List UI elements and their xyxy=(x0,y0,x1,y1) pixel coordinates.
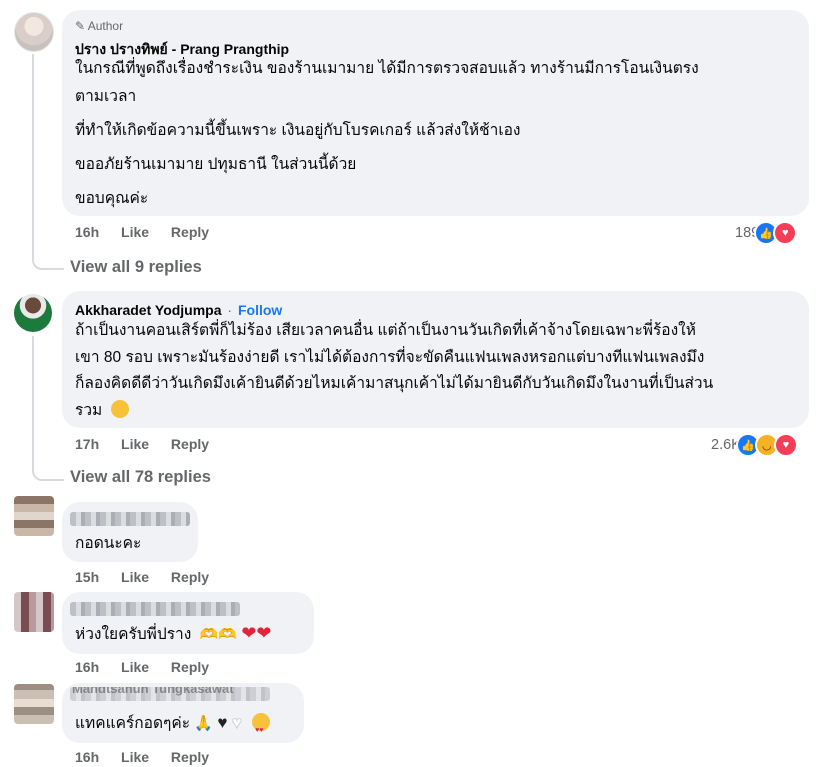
timestamp[interactable]: 15h xyxy=(75,569,99,585)
timestamp[interactable]: 16h xyxy=(75,659,99,675)
comment-text-content: ห่วงใยครับพี่ปราง xyxy=(75,626,192,643)
like-button[interactable]: Like xyxy=(121,436,149,452)
thread-line xyxy=(32,336,64,481)
avatar[interactable] xyxy=(14,12,54,52)
comment-text: ในกรณีที่พูดถึงเรื่องชำระเงิน ของร้านเมา… xyxy=(75,55,795,213)
comment-line-text: รวม xyxy=(75,401,103,419)
grinning-cat-emoji-icon xyxy=(110,399,129,418)
separator: · xyxy=(227,302,233,318)
commenter-header: Akkharadet Yodjumpa · Follow xyxy=(75,302,282,318)
comment-text: กอดนะคะ xyxy=(75,535,142,552)
avatar[interactable] xyxy=(14,496,54,536)
avatar[interactable] xyxy=(14,592,54,632)
blurred-name xyxy=(70,602,240,616)
avatar[interactable] xyxy=(14,684,54,724)
reaction-summary[interactable]: 189 👍 ♥ xyxy=(735,221,798,245)
pencil-icon: ✎ xyxy=(75,19,86,33)
comment-line: ก็ลองคิดดีดีว่าวันเกิดมึงเค้ายินดีด้วยไห… xyxy=(75,375,714,392)
folded-hands-emoji-icon: 🙏 xyxy=(194,715,214,732)
comment-line: ถ้าเป็นงานคอนเสิร์ตพี่ก็ไม่ร้อง เสียเวลา… xyxy=(75,322,696,339)
comment-line: ที่ทำให้เกิดข้อความนี้ขึ้นเพราะ เงินอยู่… xyxy=(75,122,521,139)
heart-eyes-emoji-icon: ♥♥ xyxy=(252,713,271,734)
comment-actions: 17h Like Reply xyxy=(75,436,209,452)
comment-text: แทคแคร์กอดๆค่ะ 🙏 ♥ ♥ ♥♥ xyxy=(75,709,272,738)
comment-bubble: Mandtsanun Tungkasawat แทคแคร์กอดๆค่ะ 🙏 … xyxy=(62,683,304,743)
like-button[interactable]: Like xyxy=(121,749,149,765)
like-button[interactable]: Like xyxy=(121,224,149,240)
love-icon: ♥ xyxy=(773,221,798,245)
name-fragment: Mandtsanun Tungkasawat xyxy=(72,687,234,696)
reply-button[interactable]: Reply xyxy=(171,659,209,675)
author-badge: ✎ Author xyxy=(75,19,123,33)
love-icon: ♥ xyxy=(773,433,798,457)
timestamp[interactable]: 16h xyxy=(75,224,99,240)
heart-hands-emoji-icon: 🫶🫶 xyxy=(199,626,237,643)
black-heart-icon: ♥ xyxy=(217,713,228,732)
reply-button[interactable]: Reply xyxy=(171,749,209,765)
comment-bubble: ห่วงใยครับพี่ปราง 🫶🫶 ❤❤ xyxy=(62,592,314,654)
comment-text: ห่วงใยครับพี่ปราง 🫶🫶 ❤❤ xyxy=(75,619,271,649)
author-badge-label: Author xyxy=(87,19,124,33)
comment-line: รวม xyxy=(75,398,805,425)
view-replies-link[interactable]: View all 78 replies xyxy=(70,468,211,487)
reaction-summary[interactable]: 2.6K 👍 ◡ ♥ xyxy=(711,433,798,457)
reply-button[interactable]: Reply xyxy=(171,569,209,585)
blurred-name: Mandtsanun Tungkasawat xyxy=(70,687,270,701)
comment-actions: 16h Like Reply xyxy=(75,749,209,765)
reply-button[interactable]: Reply xyxy=(171,224,209,240)
comment-line: ขออภัยร้านเมามาย ปทุมธานี ในส่วนนี้ด้วย xyxy=(75,156,357,173)
reply-button[interactable]: Reply xyxy=(171,436,209,452)
comment-text: ถ้าเป็นงานคอนเสิร์ตพี่ก็ไม่ร้อง เสียเวลา… xyxy=(75,318,805,424)
like-button[interactable]: Like xyxy=(121,659,149,675)
comment-actions: 16h Like Reply xyxy=(75,659,209,675)
comment-text-content: แทคแคร์กอดๆค่ะ xyxy=(75,715,191,732)
comment-line: ตามเวลา xyxy=(75,88,137,105)
comment-bubble: ✎ Author ปราง ปรางทิพย์ - Prang Prangthi… xyxy=(62,10,809,216)
comment-bubble: กอดนะคะ xyxy=(62,502,198,562)
thread-line xyxy=(32,54,64,270)
comment-line: เขา 80 รอบ เพราะมันร้องง่ายดี เราไม่ได้ต… xyxy=(75,348,705,366)
commenter-name[interactable]: Akkharadet Yodjumpa xyxy=(75,302,222,318)
comment-bubble: Akkharadet Yodjumpa · Follow ถ้าเป็นงานค… xyxy=(62,291,809,428)
follow-button[interactable]: Follow xyxy=(238,302,282,318)
comment-actions: 15h Like Reply xyxy=(75,569,209,585)
blurred-name xyxy=(70,512,190,526)
view-replies-link[interactable]: View all 9 replies xyxy=(70,258,202,277)
comment-line: ขอบคุณค่ะ xyxy=(75,190,149,207)
timestamp[interactable]: 17h xyxy=(75,436,99,452)
comment-line: ในกรณีที่พูดถึงเรื่องชำระเงิน ของร้านเมา… xyxy=(75,60,699,77)
timestamp[interactable]: 16h xyxy=(75,749,99,765)
white-heart-icon: ♥ xyxy=(231,713,242,733)
red-heart-icon: ❤❤ xyxy=(241,623,272,643)
comment-actions: 16h Like Reply xyxy=(75,224,209,240)
like-button[interactable]: Like xyxy=(121,569,149,585)
avatar[interactable] xyxy=(14,294,52,332)
